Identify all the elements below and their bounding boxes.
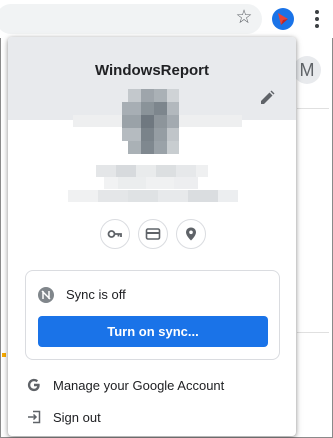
sign-out[interactable]: Sign out [8,403,296,431]
manage-account-label: Manage your Google Account [53,378,225,393]
manage-google-account[interactable]: Manage your Google Account [8,371,296,399]
sync-status: Sync is off [66,287,126,302]
background-divider [297,332,329,333]
profile-popup: WindowsReport Sync is off Turn on sync..… [8,37,296,436]
profile-name: WindowsReport [94,62,210,79]
background-divider [297,108,329,109]
payment-methods-button[interactable] [138,219,168,249]
addresses-button[interactable] [176,219,206,249]
background-marker [2,353,6,357]
background-avatar: M [293,56,321,84]
edit-icon[interactable] [258,89,276,107]
menu-icon[interactable] [309,8,325,30]
address-bar[interactable] [0,4,262,34]
sign-out-label: Sign out [53,410,101,425]
passwords-button[interactable] [100,219,130,249]
sync-panel: Sync is off Turn on sync... [25,270,280,360]
sync-off-icon [38,287,54,303]
browser-toolbar: ☆ [0,0,333,38]
google-icon [26,377,42,393]
sign-out-icon [26,409,42,425]
star-icon[interactable]: ☆ [234,7,254,29]
turn-on-sync-button[interactable]: Turn on sync... [38,316,268,347]
extension-icon[interactable] [272,8,294,30]
